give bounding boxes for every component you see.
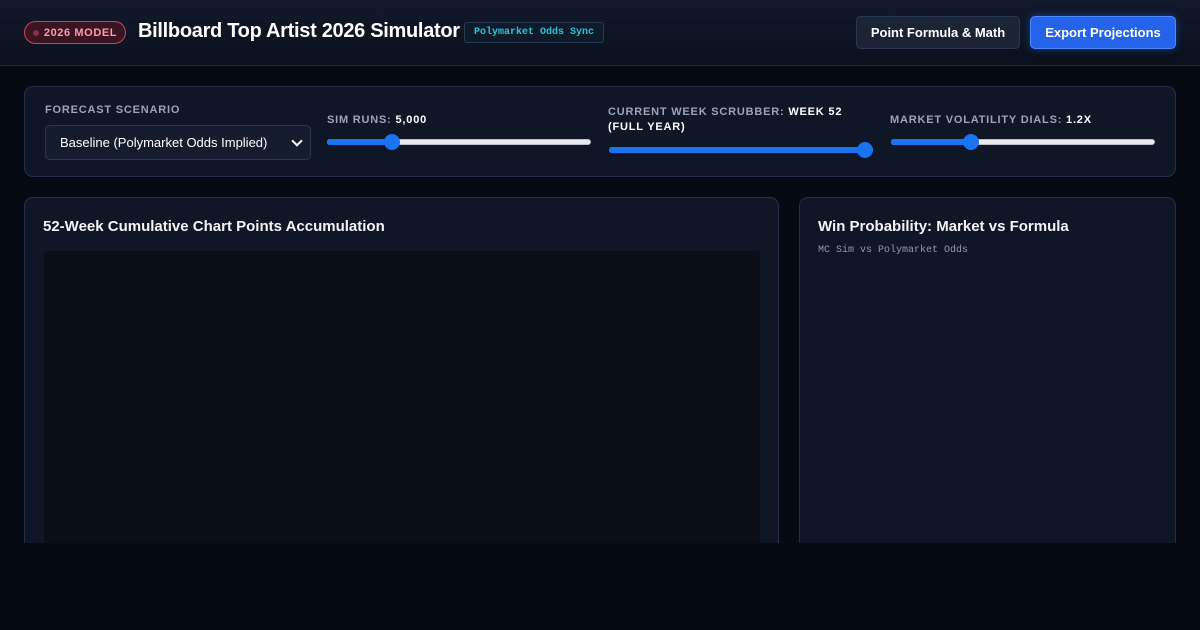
accumulation-card: 52-Week Cumulative Chart Points Accumula… xyxy=(24,197,779,557)
point-formula-button[interactable]: Point Formula & Math xyxy=(856,16,1020,49)
volatility-label-text: MARKET VOLATILITY DIALS: xyxy=(890,114,1067,126)
sim-runs-slider[interactable] xyxy=(327,134,591,150)
slider-fill xyxy=(891,139,971,145)
app-header: 2026 MODEL Billboard Top Artist 2026 Sim… xyxy=(0,0,1200,66)
win-probability-card: Win Probability: Market vs Formula MC Si… xyxy=(799,197,1176,557)
volatility-label: MARKET VOLATILITY DIALS: 1.2X xyxy=(890,113,1160,128)
sim-runs-label: SIM RUNS: 5,000 xyxy=(327,113,597,128)
sim-runs-label-text: SIM RUNS: xyxy=(327,114,396,126)
volatility-slider[interactable] xyxy=(891,134,1155,150)
export-projections-button[interactable]: Export Projections xyxy=(1030,16,1176,49)
week-scrubber-label-text: CURRENT WEEK SCRUBBER: xyxy=(608,106,789,118)
scenario-select[interactable]: Baseline (Polymarket Odds Implied) xyxy=(45,125,311,160)
model-badge: 2026 MODEL xyxy=(24,21,126,44)
scenario-selected-value: Baseline (Polymarket Odds Implied) xyxy=(60,135,268,150)
chevron-down-icon xyxy=(291,135,303,147)
slider-fill xyxy=(609,147,865,153)
scenario-label: FORECAST SCENARIO xyxy=(45,104,181,116)
status-dot-icon xyxy=(32,29,39,36)
volatility-value: 1.2X xyxy=(1066,114,1092,126)
slider-thumb[interactable] xyxy=(384,134,400,150)
win-probability-subtitle: MC Sim vs Polymarket Odds xyxy=(818,245,969,256)
odds-sync-chip: Polymarket Odds Sync xyxy=(464,22,604,43)
sim-runs-value: 5,000 xyxy=(395,114,428,126)
slider-thumb[interactable] xyxy=(857,142,873,158)
slider-fill xyxy=(327,139,392,145)
page-bottom-background xyxy=(0,543,1200,630)
accumulation-card-title: 52-Week Cumulative Chart Points Accumula… xyxy=(43,218,385,235)
app-title: Billboard Top Artist 2026 Simulator xyxy=(138,20,460,42)
win-probability-card-title: Win Probability: Market vs Formula xyxy=(818,218,1069,235)
week-scrubber-label: CURRENT WEEK SCRUBBER: WEEK 52 (FULL YEA… xyxy=(608,105,878,135)
model-badge-label: 2026 MODEL xyxy=(43,26,118,39)
week-scrubber-slider[interactable] xyxy=(609,142,873,158)
accumulation-chart-area xyxy=(44,251,760,551)
controls-panel: FORECAST SCENARIO Baseline (Polymarket O… xyxy=(24,86,1176,177)
slider-thumb[interactable] xyxy=(963,134,979,150)
